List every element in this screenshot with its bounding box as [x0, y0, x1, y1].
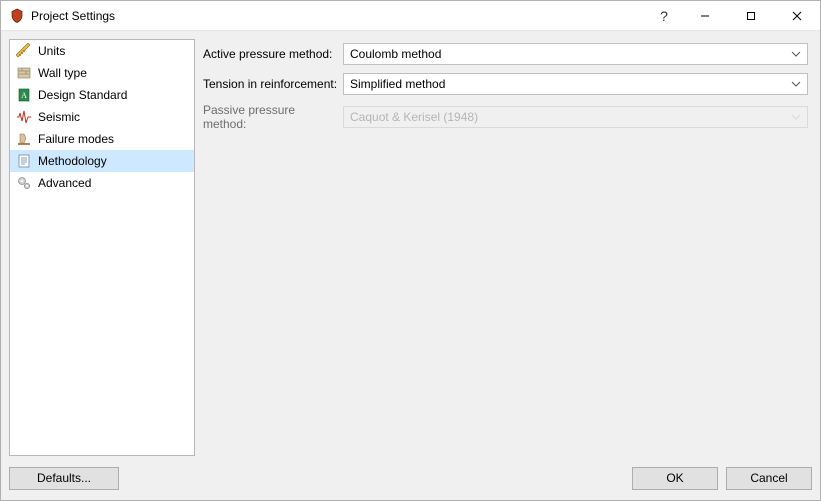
row-tension-reinforcement: Tension in reinforcement: Simplified met…	[203, 73, 808, 95]
dialog-body: Units Wall type A Design Standard Seismi…	[1, 31, 820, 464]
combo-passive-pressure: Caquot & Kerisel (1948)	[343, 106, 808, 128]
sidebar-item-label: Units	[38, 44, 65, 58]
dialog-footer: Defaults... OK Cancel	[1, 464, 820, 500]
svg-text:A: A	[21, 91, 27, 100]
sidebar-item-seismic[interactable]: Seismic	[10, 106, 194, 128]
sidebar-item-designstandard[interactable]: A Design Standard	[10, 84, 194, 106]
seismic-icon	[16, 109, 32, 125]
combo-tension-reinforcement[interactable]: Simplified method	[343, 73, 808, 95]
app-icon	[9, 8, 25, 24]
combo-value: Caquot & Kerisel (1948)	[350, 110, 478, 124]
help-button[interactable]: ?	[646, 1, 682, 31]
label-active-pressure: Active pressure method:	[203, 47, 343, 61]
label-tension-reinforcement: Tension in reinforcement:	[203, 77, 343, 91]
chevron-down-icon	[791, 79, 801, 90]
titlebar: Project Settings ?	[1, 1, 820, 31]
sidebar-item-label: Failure modes	[38, 132, 114, 146]
sidebar-item-label: Advanced	[38, 176, 91, 190]
maximize-button[interactable]	[728, 1, 774, 31]
sidebar-item-label: Wall type	[38, 66, 87, 80]
chevron-down-icon	[791, 112, 801, 123]
combo-value: Simplified method	[350, 77, 445, 91]
row-passive-pressure: Passive pressure method: Caquot & Kerise…	[203, 103, 808, 131]
chevron-down-icon	[791, 49, 801, 60]
failure-icon	[16, 131, 32, 147]
combo-active-pressure[interactable]: Coulomb method	[343, 43, 808, 65]
sidebar-item-walltype[interactable]: Wall type	[10, 62, 194, 84]
ok-button[interactable]: OK	[632, 467, 718, 490]
dialog-project-settings: Project Settings ? Units Wall ty	[0, 0, 821, 501]
category-sidebar: Units Wall type A Design Standard Seismi…	[9, 39, 195, 456]
minimize-button[interactable]	[682, 1, 728, 31]
sidebar-item-failuremodes[interactable]: Failure modes	[10, 128, 194, 150]
defaults-button[interactable]: Defaults...	[9, 467, 119, 490]
gear-icon	[16, 175, 32, 191]
button-label: Cancel	[750, 471, 787, 485]
sidebar-item-label: Methodology	[38, 154, 107, 168]
sidebar-item-label: Design Standard	[38, 88, 127, 102]
cancel-button[interactable]: Cancel	[726, 467, 812, 490]
sidebar-item-methodology[interactable]: Methodology	[10, 150, 194, 172]
sidebar-item-advanced[interactable]: Advanced	[10, 172, 194, 194]
sidebar-item-units[interactable]: Units	[10, 40, 194, 62]
wall-icon	[16, 65, 32, 81]
row-active-pressure: Active pressure method: Coulomb method	[203, 43, 808, 65]
button-label: Defaults...	[37, 471, 91, 485]
combo-value: Coulomb method	[350, 47, 441, 61]
ruler-icon	[16, 43, 32, 59]
document-icon	[16, 153, 32, 169]
main-panel: Active pressure method: Coulomb method T…	[203, 39, 812, 456]
window-title: Project Settings	[31, 9, 115, 23]
close-button[interactable]	[774, 1, 820, 31]
button-label: OK	[666, 471, 683, 485]
sidebar-item-label: Seismic	[38, 110, 80, 124]
book-icon: A	[16, 87, 32, 103]
label-passive-pressure: Passive pressure method:	[203, 103, 343, 131]
